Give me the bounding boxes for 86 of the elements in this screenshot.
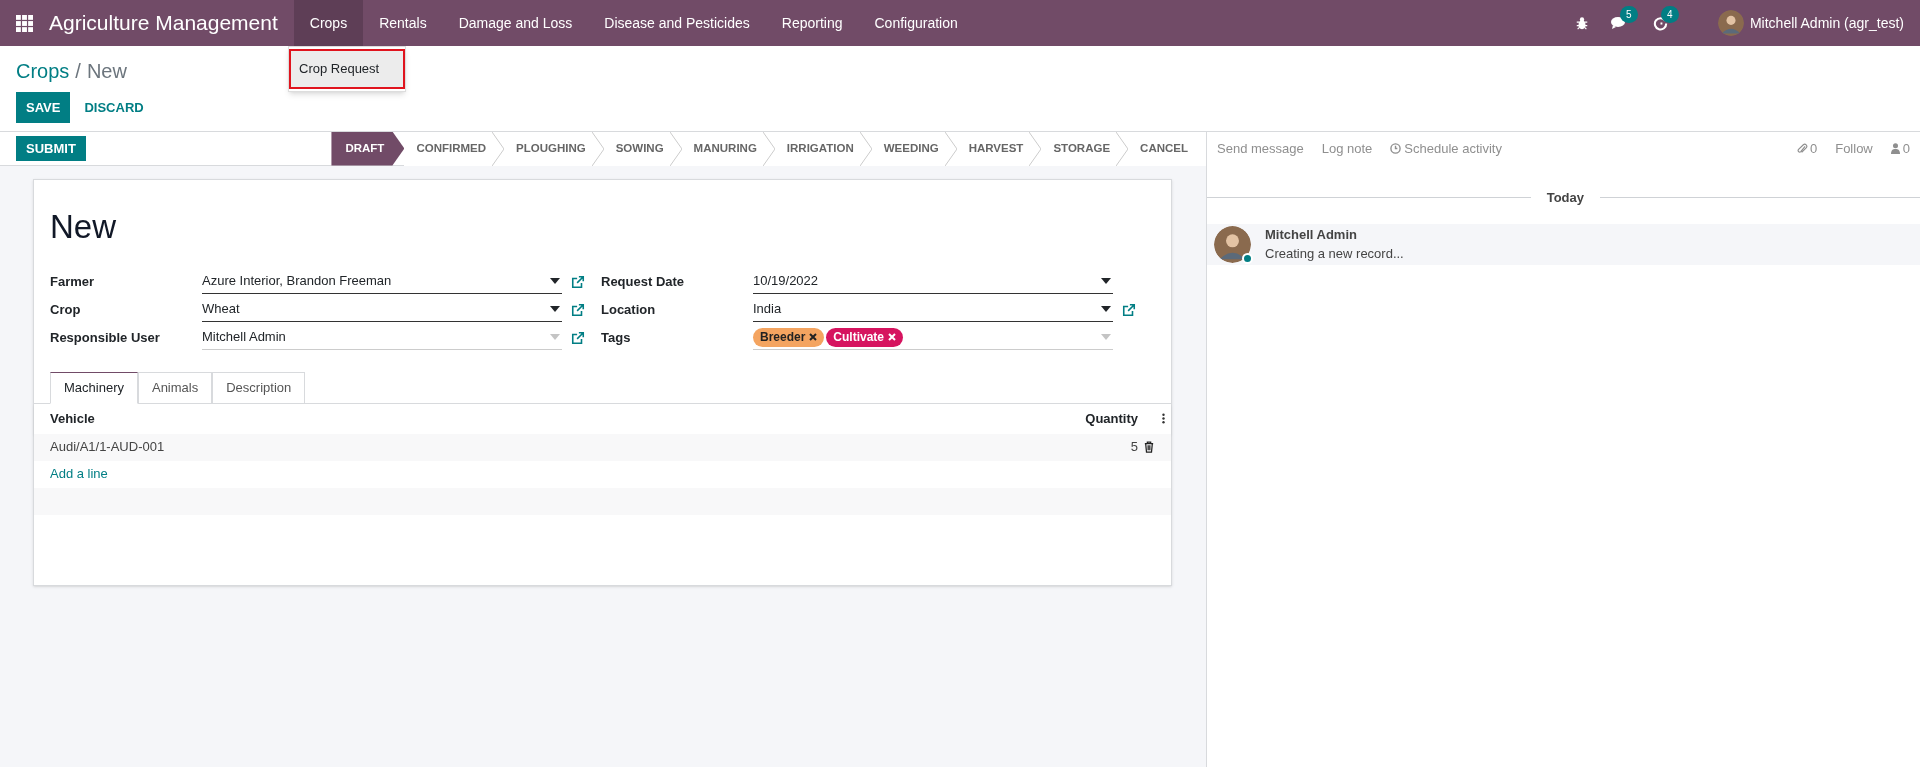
breadcrumb-current: New (86, 59, 127, 84)
notebook-tab[interactable]: Machinery (50, 371, 138, 404)
status-stage[interactable]: SOWING (603, 131, 682, 166)
status-stage[interactable]: MANURING (681, 131, 775, 166)
field-input[interactable]: Breeder Cultivate (753, 325, 1113, 350)
caret-icon[interactable] (550, 306, 560, 312)
tag: Cultivate (826, 327, 904, 347)
field-label: Tags (601, 328, 632, 347)
attachments-button[interactable]: 0 (1796, 138, 1818, 159)
chevron-separator-icon (492, 131, 504, 166)
menu-item[interactable]: Disease and Pesticides (588, 0, 766, 46)
trash-icon[interactable] (1144, 441, 1154, 453)
notebook-tab[interactable]: Description (212, 371, 306, 404)
message-body: Creating a new record... (1265, 245, 1404, 263)
external-link-icon[interactable] (571, 274, 585, 289)
caret-icon[interactable] (1101, 278, 1111, 284)
paperclip-icon (1796, 142, 1808, 155)
menu-item[interactable]: Reporting (765, 0, 859, 46)
field-label: Request Date (601, 272, 686, 291)
table-cell-text: 5 (1130, 438, 1138, 457)
notification-badge: 5 (1619, 6, 1638, 23)
schedule-activity-button[interactable]: Schedule activity (1390, 138, 1502, 159)
external-link-icon[interactable] (571, 302, 585, 317)
field-input[interactable]: India (753, 297, 1113, 322)
add-line-link[interactable]: Add a line (50, 464, 108, 484)
external-link-icon[interactable] (1122, 302, 1136, 317)
status-stage[interactable]: STORAGE (1041, 131, 1129, 166)
app-title[interactable]: Agriculture Management (49, 7, 278, 39)
remove-icon[interactable] (809, 333, 818, 341)
tag: Breeder (753, 327, 825, 347)
breadcrumb-separator: / (75, 59, 81, 84)
more-options-icon[interactable] (1162, 413, 1165, 424)
date-separator: Today (1545, 189, 1585, 207)
chevron-separator-icon (591, 131, 604, 166)
column-header: Vehicle (50, 409, 96, 428)
chevron-separator-icon (669, 131, 682, 166)
record-title: New (50, 207, 118, 247)
followers-button[interactable]: 0 (1890, 138, 1910, 159)
field-label: Farmer (50, 272, 96, 291)
message-author: Mitchell Admin (1265, 226, 1358, 244)
caret-icon[interactable] (550, 278, 560, 284)
clock-icon[interactable] (1652, 15, 1668, 31)
menu-item[interactable]: Configuration (858, 0, 974, 46)
field-input[interactable]: 10/19/2022 (753, 269, 1113, 294)
menu-item[interactable]: Damage and Loss (442, 0, 589, 46)
status-stage[interactable]: CONFIRMED (404, 131, 504, 166)
chevron-separator-icon (762, 131, 775, 166)
menu-item[interactable]: Crops (293, 0, 364, 46)
external-link-icon[interactable] (571, 330, 585, 345)
field-label: Location (601, 300, 657, 319)
breadcrumb-link[interactable]: Crops (16, 56, 70, 86)
user-menu[interactable]: Mitchell Admin (agr_test) (1749, 12, 1904, 34)
chevron-separator-icon (1116, 131, 1129, 166)
status-stage[interactable]: WEEDING (871, 131, 957, 166)
follow-button[interactable]: Follow (1835, 138, 1873, 159)
notebook-tab[interactable]: Animals (137, 371, 213, 404)
field-label: Responsible User (50, 328, 161, 347)
log-note-button[interactable]: Log note (1321, 138, 1373, 159)
chevron-separator-icon (859, 131, 872, 166)
column-header: Quantity (1085, 409, 1138, 428)
submit-button[interactable]: SUBMIT (16, 136, 86, 161)
table-cell-text: Audi/A1/1-AUD-001 (50, 438, 166, 457)
clock-icon (1390, 143, 1402, 154)
field-input[interactable]: Wheat (202, 297, 562, 322)
status-stage[interactable]: IRRIGATION (774, 131, 872, 166)
save-button[interactable]: SAVE (16, 92, 71, 123)
field-input[interactable]: Mitchell Admin (202, 325, 562, 350)
field-label: Crop (50, 300, 82, 319)
person-icon (1890, 143, 1900, 154)
chevron-separator-icon (944, 131, 957, 166)
chat-icon[interactable] (1610, 16, 1627, 30)
chevron-separator-icon (1029, 131, 1042, 166)
user-avatar (1717, 10, 1744, 36)
send-message-button[interactable]: Send message (1217, 138, 1304, 159)
status-stage[interactable]: DRAFT (331, 131, 405, 166)
field-input[interactable]: Azure Interior, Brandon Freeman (202, 269, 562, 294)
bug-icon[interactable] (1574, 16, 1589, 30)
menu-item[interactable]: Rentals (363, 0, 443, 46)
status-stage[interactable]: HARVEST (956, 131, 1042, 166)
status-stage[interactable]: PLOUGHING (504, 131, 604, 166)
discard-button[interactable]: DISCARD (74, 92, 154, 123)
dropdown-item[interactable]: Crop Request (289, 49, 405, 89)
author-avatar (1214, 225, 1251, 263)
caret-icon[interactable] (1101, 306, 1111, 312)
notification-badge: 4 (1660, 5, 1679, 23)
app-grid-icon[interactable] (16, 14, 33, 32)
